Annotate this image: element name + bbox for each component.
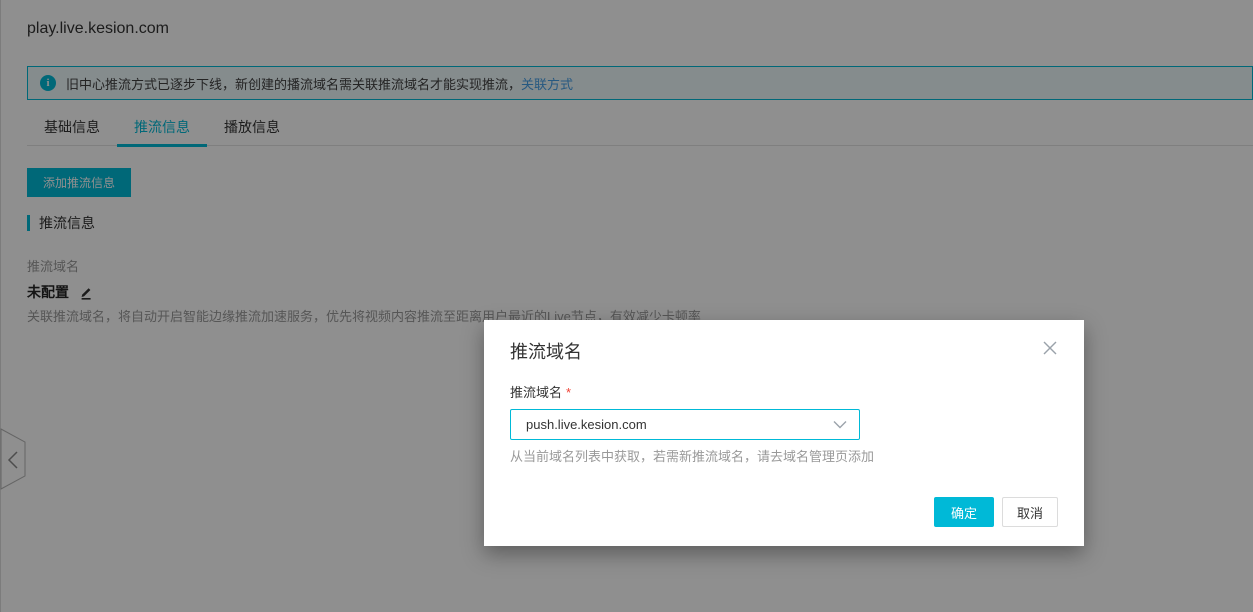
push-domain-select-value: push.live.kesion.com <box>526 417 647 432</box>
push-domain-select[interactable]: push.live.kesion.com <box>510 409 860 440</box>
chevron-down-icon <box>833 421 847 429</box>
confirm-button[interactable]: 确定 <box>934 497 994 527</box>
dialog-title: 推流域名 <box>510 342 582 362</box>
close-icon[interactable] <box>1040 338 1060 358</box>
required-asterisk: * <box>566 385 572 400</box>
dialog-footer: 确定 取消 <box>934 497 1058 527</box>
console-page: play.live.kesion.com i 旧中心推流方式已逐步下线，新创建的… <box>0 0 1253 612</box>
cancel-button[interactable]: 取消 <box>1002 497 1058 527</box>
dialog-field-label: 推流域名 * <box>510 382 571 401</box>
push-domain-dialog: 推流域名 推流域名 * push.live.kesion.com 从当前域名列表中… <box>484 320 1084 546</box>
dialog-helper-text: 从当前域名列表中获取，若需新推流域名，请去域名管理页添加 <box>510 449 875 464</box>
dialog-field-label-text: 推流域名 <box>510 385 563 400</box>
